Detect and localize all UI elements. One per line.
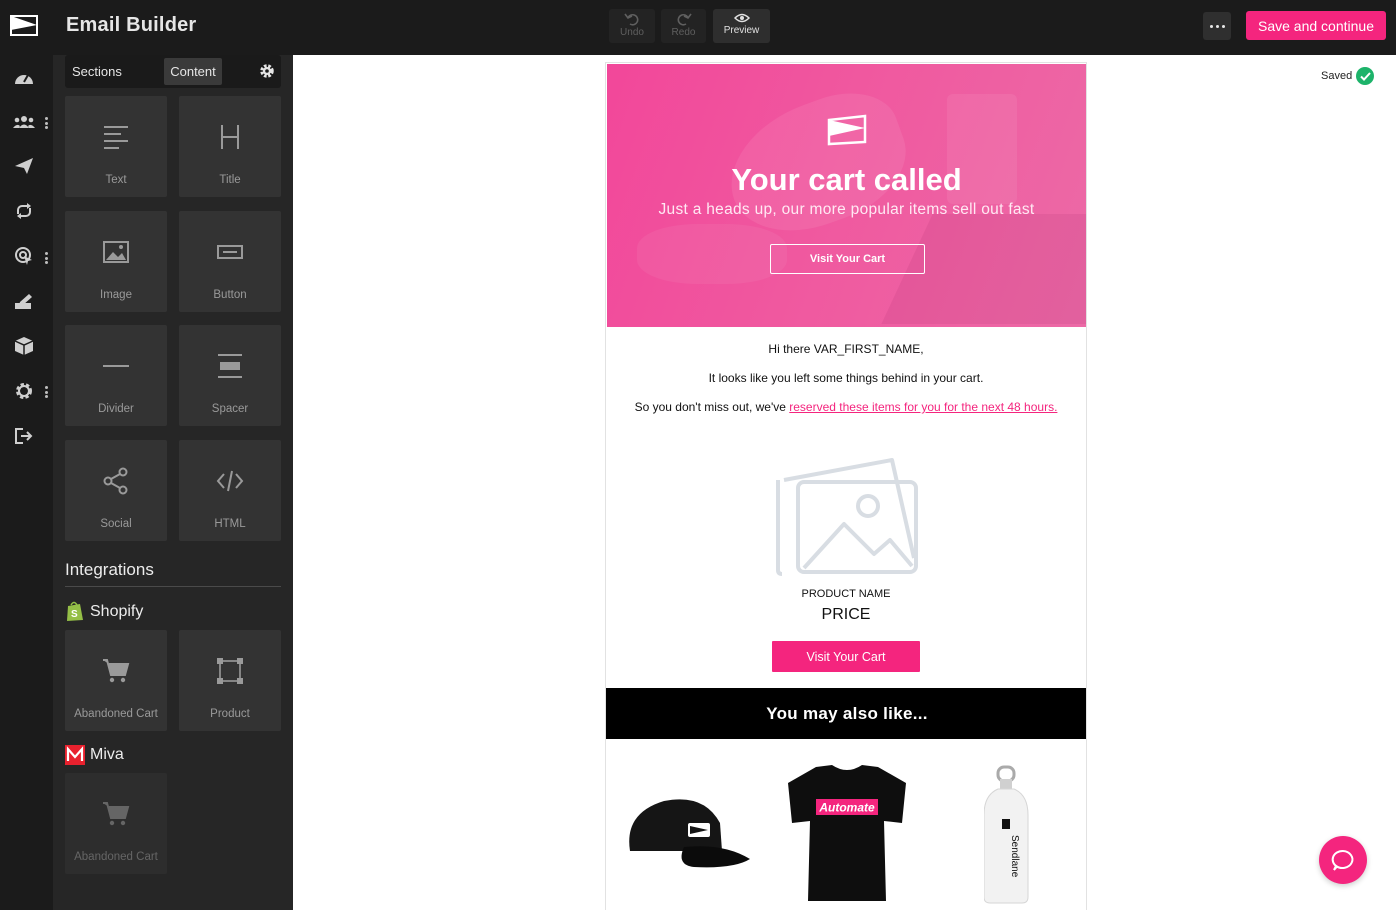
targeting-icon[interactable] bbox=[11, 245, 37, 267]
more-options-button[interactable] bbox=[1203, 12, 1231, 40]
block-divider[interactable]: Divider bbox=[65, 325, 167, 426]
contacts-icon[interactable] bbox=[11, 111, 37, 133]
automations-loop-icon[interactable] bbox=[11, 200, 37, 222]
panel-settings-gear-icon[interactable] bbox=[259, 63, 275, 79]
share-icon bbox=[65, 466, 167, 496]
forms-edit-icon[interactable] bbox=[11, 290, 37, 312]
hero-banner[interactable]: Your cart called Just a heads up, our mo… bbox=[607, 64, 1086, 327]
nav-rail bbox=[0, 0, 53, 910]
block-label: Product bbox=[210, 708, 250, 720]
targeting-more-icon[interactable] bbox=[44, 252, 48, 264]
tab-sections[interactable]: Sections bbox=[68, 58, 126, 85]
block-social[interactable]: Social bbox=[65, 440, 167, 541]
redo-label: Redo bbox=[671, 27, 696, 38]
product-image-placeholder-icon[interactable] bbox=[774, 458, 920, 578]
settings-more-icon[interactable] bbox=[44, 386, 48, 398]
chat-bubble-icon bbox=[1331, 849, 1354, 871]
package-icon[interactable] bbox=[11, 335, 37, 357]
settings-gear-icon[interactable] bbox=[11, 380, 37, 402]
block-shopify-abandoned-cart[interactable]: Abandoned Cart bbox=[65, 630, 167, 731]
bottle-product-image[interactable]: Sendlane bbox=[984, 765, 1030, 905]
undo-label: Undo bbox=[620, 27, 644, 38]
block-label: Text bbox=[105, 174, 127, 186]
tshirt-print: Automate bbox=[818, 801, 875, 815]
reservation-text: So you don't miss out, we've reserved th… bbox=[606, 400, 1086, 414]
miva-label: Miva bbox=[90, 746, 124, 763]
block-html[interactable]: HTML bbox=[179, 440, 281, 541]
tshirt-product-image[interactable]: Automate bbox=[786, 763, 908, 903]
dashboard-icon[interactable] bbox=[11, 66, 37, 88]
shopify-label: Shopify bbox=[90, 602, 144, 620]
visit-cart-button[interactable]: Visit Your Cart bbox=[772, 641, 920, 672]
chat-support-button[interactable] bbox=[1319, 836, 1367, 884]
button-icon bbox=[179, 237, 281, 267]
code-icon bbox=[179, 466, 281, 496]
block-label: HTML bbox=[214, 518, 246, 530]
product-frame-icon bbox=[179, 656, 281, 686]
saved-status: Saved bbox=[1321, 67, 1375, 85]
integrations-heading: Integrations bbox=[65, 560, 281, 587]
svg-text:S: S bbox=[71, 609, 78, 620]
app-logo[interactable] bbox=[10, 14, 38, 36]
preview-label: Preview bbox=[723, 25, 760, 36]
reservation-prefix: So you don't miss out, we've bbox=[634, 400, 790, 414]
app-title: Email Builder bbox=[66, 14, 197, 36]
also-like-heading: You may also like... bbox=[606, 688, 1086, 739]
logout-icon[interactable] bbox=[11, 425, 37, 447]
block-label: Image bbox=[100, 289, 132, 301]
shopify-logo-icon: S bbox=[67, 601, 83, 621]
miva-logo-icon bbox=[65, 745, 85, 765]
text-icon bbox=[65, 122, 167, 152]
redo-icon bbox=[677, 13, 692, 26]
block-label: Abandoned Cart bbox=[74, 851, 158, 863]
product-price: PRICE bbox=[821, 606, 871, 623]
content-panel: Sections Content Text Title Image Button… bbox=[53, 55, 293, 910]
product-name: PRODUCT NAME bbox=[801, 588, 891, 600]
hero-visit-cart-button[interactable]: Visit Your Cart bbox=[770, 244, 925, 274]
hero-subtitle: Just a heads up, our more popular items … bbox=[658, 201, 1035, 218]
miva-heading: Miva bbox=[65, 745, 124, 765]
reservation-link[interactable]: reserved these items for you for the nex… bbox=[789, 400, 1057, 414]
block-text[interactable]: Text bbox=[65, 96, 167, 197]
block-label: Title bbox=[219, 174, 241, 186]
block-shopify-product[interactable]: Product bbox=[179, 630, 281, 731]
cart-icon bbox=[65, 799, 167, 829]
spacer-icon bbox=[179, 351, 281, 381]
save-and-continue-button[interactable]: Save and continue bbox=[1246, 11, 1386, 40]
block-image[interactable]: Image bbox=[65, 211, 167, 312]
title-icon bbox=[179, 122, 281, 152]
block-label: Divider bbox=[98, 403, 134, 415]
redo-button[interactable]: Redo bbox=[661, 9, 706, 43]
cart-icon bbox=[65, 656, 167, 686]
undo-button[interactable]: Undo bbox=[609, 9, 655, 43]
campaigns-send-icon[interactable] bbox=[11, 155, 37, 177]
cap-product-image[interactable] bbox=[624, 793, 752, 873]
bottle-print: Sendlane bbox=[1009, 835, 1020, 878]
tab-content[interactable]: Content bbox=[164, 58, 222, 85]
top-bar: Email Builder Undo Redo Preview Save and… bbox=[53, 0, 1396, 55]
panel-tabs: Sections Content bbox=[65, 55, 281, 88]
saved-label: Saved bbox=[1321, 70, 1353, 82]
block-button[interactable]: Button bbox=[179, 211, 281, 312]
block-title[interactable]: Title bbox=[179, 96, 281, 197]
body-text-line: It looks like you left some things behin… bbox=[708, 371, 984, 385]
brand-logo-icon bbox=[827, 114, 867, 146]
check-circle-icon bbox=[1356, 67, 1375, 85]
greeting-text: Hi there VAR_FIRST_NAME, bbox=[768, 342, 924, 356]
block-label: Social bbox=[100, 518, 132, 530]
email-preview[interactable]: Your cart called Just a heads up, our mo… bbox=[605, 62, 1087, 910]
undo-icon bbox=[624, 13, 639, 26]
block-spacer[interactable]: Spacer bbox=[179, 325, 281, 426]
preview-button[interactable]: Preview bbox=[713, 9, 770, 43]
hero-title: Your cart called bbox=[731, 162, 962, 197]
block-label: Button bbox=[213, 289, 247, 301]
block-miva-abandoned-cart: Abandoned Cart bbox=[65, 773, 167, 874]
divider-icon bbox=[65, 351, 167, 381]
shopify-heading: S Shopify bbox=[65, 601, 143, 622]
eye-icon bbox=[733, 13, 750, 23]
image-icon bbox=[65, 237, 167, 267]
block-label: Abandoned Cart bbox=[74, 708, 158, 720]
block-label: Spacer bbox=[211, 403, 249, 415]
contacts-more-icon[interactable] bbox=[44, 117, 48, 129]
